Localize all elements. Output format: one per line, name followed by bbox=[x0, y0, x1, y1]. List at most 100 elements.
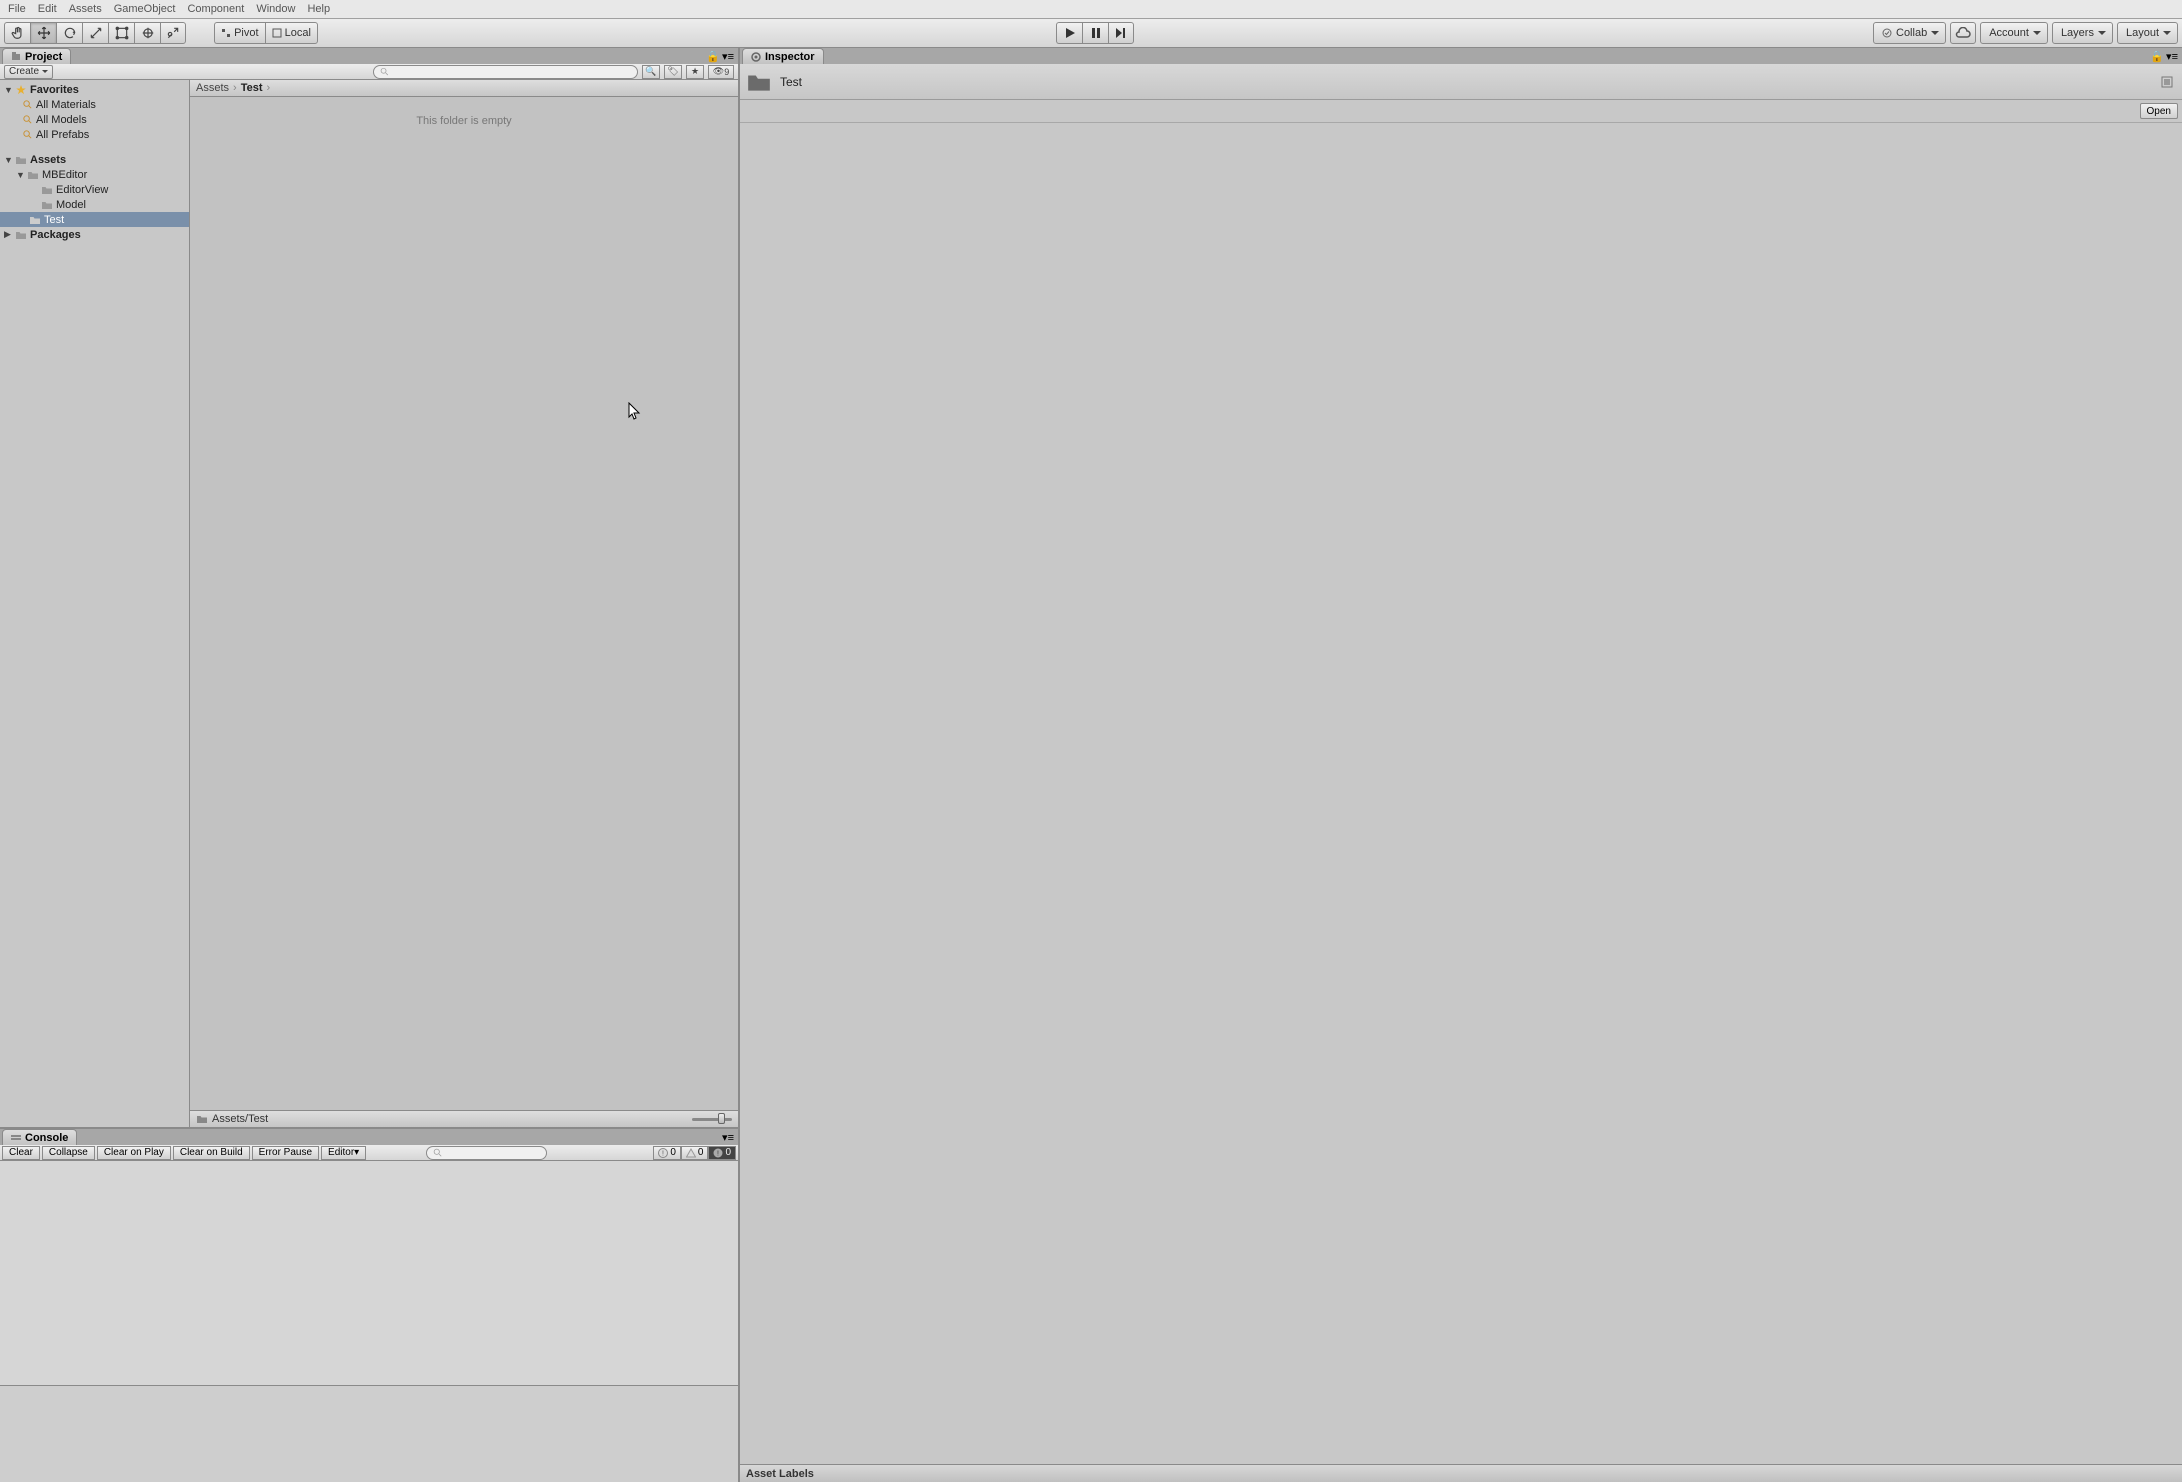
clear-on-build-button[interactable]: Clear on Build bbox=[173, 1146, 250, 1160]
move-tool[interactable] bbox=[30, 22, 56, 44]
tree-model[interactable]: Model bbox=[0, 197, 189, 212]
search-icon bbox=[380, 67, 389, 76]
thumbnail-size-slider[interactable] bbox=[692, 1118, 732, 1121]
hand-tool[interactable] bbox=[4, 22, 30, 44]
project-tab[interactable]: Project bbox=[2, 48, 71, 64]
inspector-icon bbox=[751, 52, 761, 62]
inspector-content bbox=[740, 123, 2182, 1464]
hidden-packages-button[interactable]: 👁9 bbox=[708, 65, 734, 79]
search-icon bbox=[22, 129, 33, 140]
local-toggle[interactable]: Local bbox=[265, 22, 318, 44]
warn-count[interactable]: 0 bbox=[681, 1146, 709, 1160]
folder-icon bbox=[15, 155, 27, 165]
menu-icon[interactable]: ▾≡ bbox=[2166, 50, 2178, 63]
folder-icon bbox=[27, 170, 39, 180]
menu-help[interactable]: Help bbox=[301, 3, 336, 15]
folder-content[interactable]: This folder is empty bbox=[190, 97, 738, 1110]
transform-tools bbox=[4, 22, 186, 44]
packages-header[interactable]: ▶ Packages bbox=[0, 227, 189, 242]
clear-button[interactable]: Clear bbox=[2, 1146, 40, 1160]
collapse-button[interactable]: Collapse bbox=[42, 1146, 95, 1160]
folder-icon bbox=[15, 230, 27, 240]
search-icon bbox=[22, 114, 33, 125]
play-button[interactable] bbox=[1056, 22, 1082, 44]
editor-dropdown[interactable]: Editor ▾ bbox=[321, 1146, 366, 1160]
panel-options[interactable]: ▾≡ bbox=[722, 1131, 734, 1144]
console-icon bbox=[11, 1133, 21, 1143]
warn-icon bbox=[686, 1148, 696, 1158]
tree-editorview[interactable]: EditorView bbox=[0, 182, 189, 197]
fav-all-prefabs[interactable]: All Prefabs bbox=[0, 127, 189, 142]
assetbundle-icon[interactable] bbox=[2160, 75, 2174, 89]
layers-dropdown[interactable]: Layers bbox=[2052, 22, 2113, 44]
rect-tool[interactable] bbox=[108, 22, 134, 44]
cursor-icon bbox=[628, 402, 642, 420]
crumb-assets[interactable]: Assets bbox=[196, 82, 229, 94]
chevron-right-icon: › bbox=[267, 82, 271, 94]
account-dropdown[interactable]: Account bbox=[1980, 22, 2048, 44]
inspector-tab-row: Inspector 🔒 ▾≡ bbox=[740, 48, 2182, 64]
assets-header[interactable]: ▼ Assets bbox=[0, 152, 189, 167]
console-tab[interactable]: Console bbox=[2, 1129, 77, 1145]
folder-icon bbox=[196, 1114, 208, 1124]
filter-type-button[interactable]: 🔍 bbox=[642, 65, 660, 79]
save-search-button[interactable]: ★ bbox=[686, 65, 704, 79]
lock-icon[interactable]: 🔒 bbox=[2150, 50, 2164, 63]
info-icon: ! bbox=[658, 1148, 668, 1158]
console-tab-row: Console ▾≡ bbox=[0, 1129, 738, 1145]
search-input[interactable] bbox=[393, 66, 631, 77]
fav-all-materials[interactable]: All Materials bbox=[0, 97, 189, 112]
menu-icon[interactable]: ▾≡ bbox=[722, 1131, 734, 1144]
scale-tool[interactable] bbox=[82, 22, 108, 44]
menu-file[interactable]: File bbox=[2, 3, 32, 15]
clear-on-play-button[interactable]: Clear on Play bbox=[97, 1146, 171, 1160]
pivot-toggle[interactable]: Pivot bbox=[214, 22, 265, 44]
folder-icon bbox=[41, 185, 53, 195]
menu-edit[interactable]: Edit bbox=[32, 3, 63, 15]
breadcrumb[interactable]: Assets › Test › bbox=[190, 80, 738, 97]
cloud-button[interactable] bbox=[1950, 22, 1976, 44]
tree-mbeditor[interactable]: ▼ MBEditor bbox=[0, 167, 189, 182]
step-button[interactable] bbox=[1108, 22, 1134, 44]
asset-labels-header[interactable]: Asset Labels bbox=[740, 1464, 2182, 1482]
crumb-test[interactable]: Test bbox=[241, 82, 263, 94]
custom-tool[interactable] bbox=[160, 22, 186, 44]
project-search[interactable] bbox=[373, 65, 638, 79]
project-tree[interactable]: ▼ Favorites All Materials All Models bbox=[0, 80, 190, 1127]
open-button[interactable]: Open bbox=[2140, 103, 2178, 119]
error-count[interactable]: !0 bbox=[708, 1146, 736, 1160]
lock-icon[interactable]: 🔒 bbox=[706, 50, 720, 63]
pause-button[interactable] bbox=[1082, 22, 1108, 44]
folder-icon bbox=[746, 71, 772, 93]
create-dropdown[interactable]: Create bbox=[4, 65, 53, 79]
menu-assets[interactable]: Assets bbox=[63, 3, 108, 15]
folder-footer: Assets/Test bbox=[190, 1110, 738, 1127]
rotate-tool[interactable] bbox=[56, 22, 82, 44]
console-log-area[interactable] bbox=[0, 1161, 738, 1385]
collab-dropdown[interactable]: Collab bbox=[1873, 22, 1946, 44]
panel-options[interactable]: 🔒 ▾≡ bbox=[2150, 50, 2178, 63]
folder-icon bbox=[41, 200, 53, 210]
menu-icon[interactable]: ▾≡ bbox=[722, 50, 734, 63]
transform-tool[interactable] bbox=[134, 22, 160, 44]
menu-gameobject[interactable]: GameObject bbox=[108, 3, 182, 15]
panel-options[interactable]: 🔒 ▾≡ bbox=[706, 50, 734, 63]
menu-component[interactable]: Component bbox=[181, 3, 250, 15]
inspector-tab[interactable]: Inspector bbox=[742, 48, 824, 64]
info-count[interactable]: !0 bbox=[653, 1146, 681, 1160]
tree-test[interactable]: Test bbox=[0, 212, 189, 227]
console-detail-area[interactable] bbox=[0, 1385, 738, 1482]
layout-dropdown[interactable]: Layout bbox=[2117, 22, 2178, 44]
project-icon bbox=[11, 52, 21, 62]
fav-all-models[interactable]: All Models bbox=[0, 112, 189, 127]
error-pause-button[interactable]: Error Pause bbox=[252, 1146, 319, 1160]
menu-window[interactable]: Window bbox=[250, 3, 301, 15]
console-search[interactable] bbox=[426, 1146, 547, 1160]
favorites-header[interactable]: ▼ Favorites bbox=[0, 82, 189, 97]
empty-message: This folder is empty bbox=[416, 115, 511, 127]
error-icon: ! bbox=[713, 1148, 723, 1158]
folder-icon bbox=[29, 215, 41, 225]
filter-label-button[interactable]: 🏷 bbox=[664, 65, 682, 79]
inspector-title: Test bbox=[780, 75, 2152, 89]
chevron-right-icon: › bbox=[233, 82, 237, 94]
